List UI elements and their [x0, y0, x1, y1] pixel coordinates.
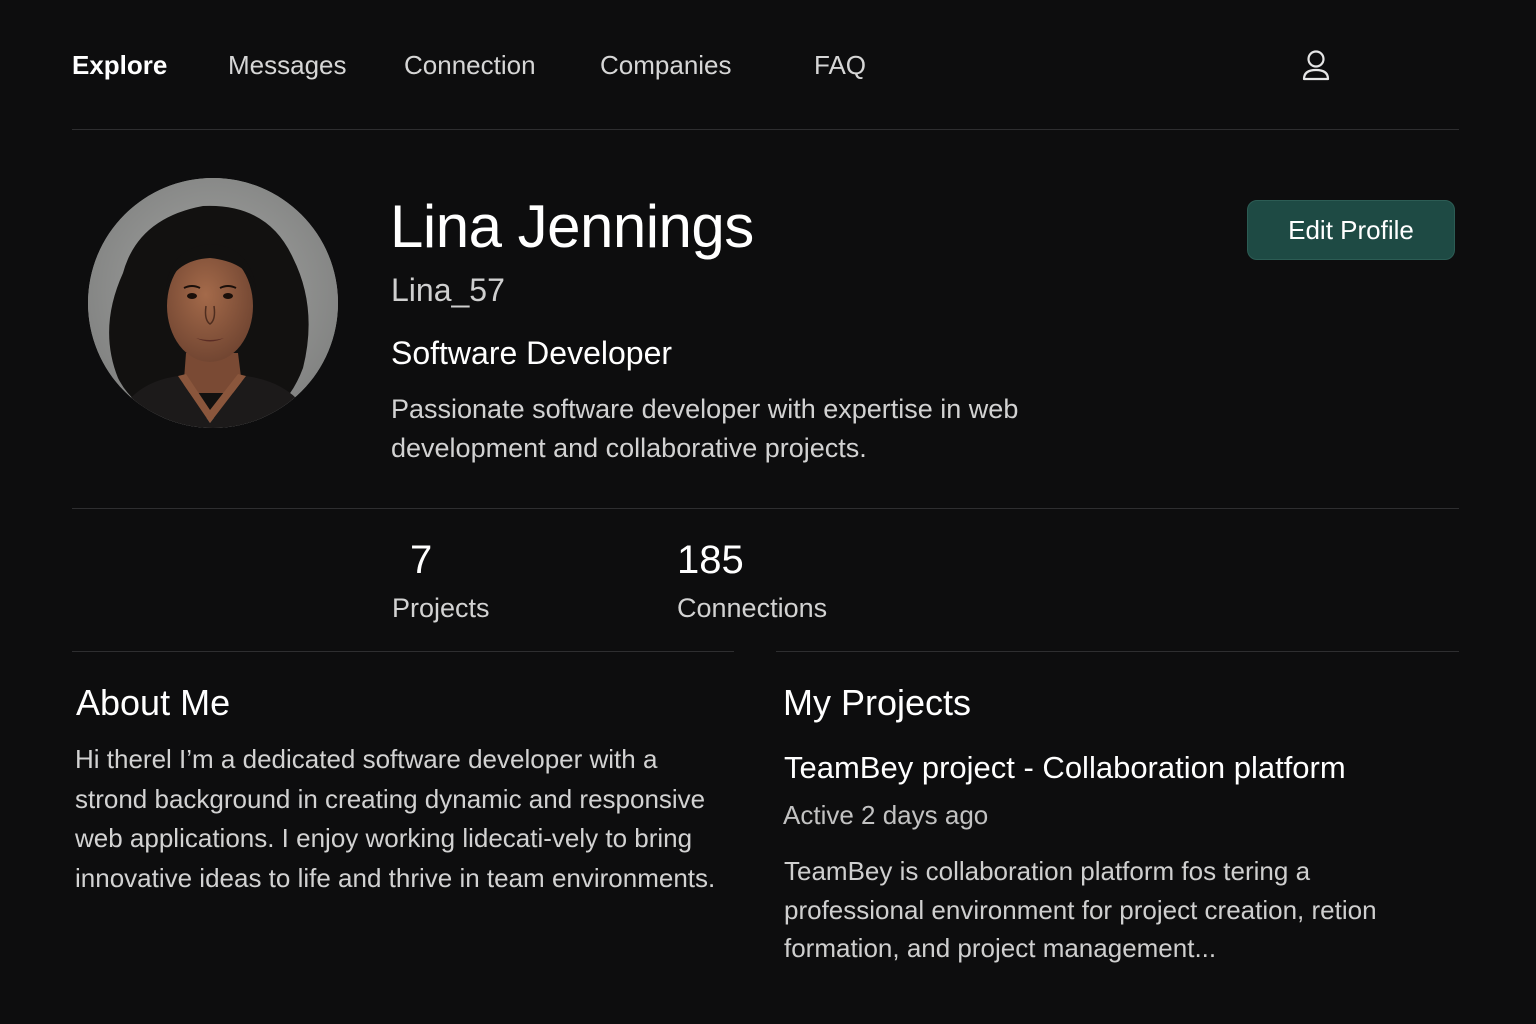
- nav-messages[interactable]: Messages: [228, 50, 347, 81]
- nav-companies[interactable]: Companies: [600, 50, 732, 81]
- nav-explore[interactable]: Explore: [72, 50, 167, 81]
- profile-name: Lina Jennings: [390, 193, 754, 260]
- project-status: Active 2 days ago: [783, 800, 989, 830]
- avatar: [88, 178, 338, 428]
- profile-bio: Passionate software developer with exper…: [391, 394, 1019, 463]
- stat-projects-value: 7: [410, 538, 433, 582]
- project-title[interactable]: TeamBey project - Collaboration platform: [784, 750, 1346, 786]
- nav-connection[interactable]: Connection: [404, 50, 536, 81]
- profile-role: Software Developer: [391, 335, 673, 371]
- edit-profile-button[interactable]: Edit Profile: [1247, 200, 1455, 260]
- stat-connections-label: Connections: [677, 593, 828, 623]
- stat-connections-value: 185: [677, 538, 744, 582]
- projects-divider: [776, 651, 1459, 652]
- profile-page: Explore Messages Connection Companies FA…: [0, 0, 1536, 1024]
- about-divider: [72, 651, 734, 652]
- top-nav: Explore Messages Connection Companies FA…: [72, 44, 1464, 88]
- nav-divider: [72, 129, 1459, 130]
- project-description: TeamBey is collaboration platform fos te…: [784, 856, 1377, 963]
- stat-projects-label: Projects: [392, 593, 490, 623]
- user-icon[interactable]: [1300, 48, 1332, 84]
- about-title: About Me: [76, 682, 231, 723]
- profile-username: Lina_57: [391, 272, 505, 308]
- avatar-photo: [88, 178, 338, 428]
- projects-title: My Projects: [783, 682, 972, 723]
- about-text: Hi therel I’m a dedicated software devel…: [75, 744, 716, 893]
- profile-divider: [72, 508, 1459, 509]
- nav-faq[interactable]: FAQ: [814, 50, 866, 81]
